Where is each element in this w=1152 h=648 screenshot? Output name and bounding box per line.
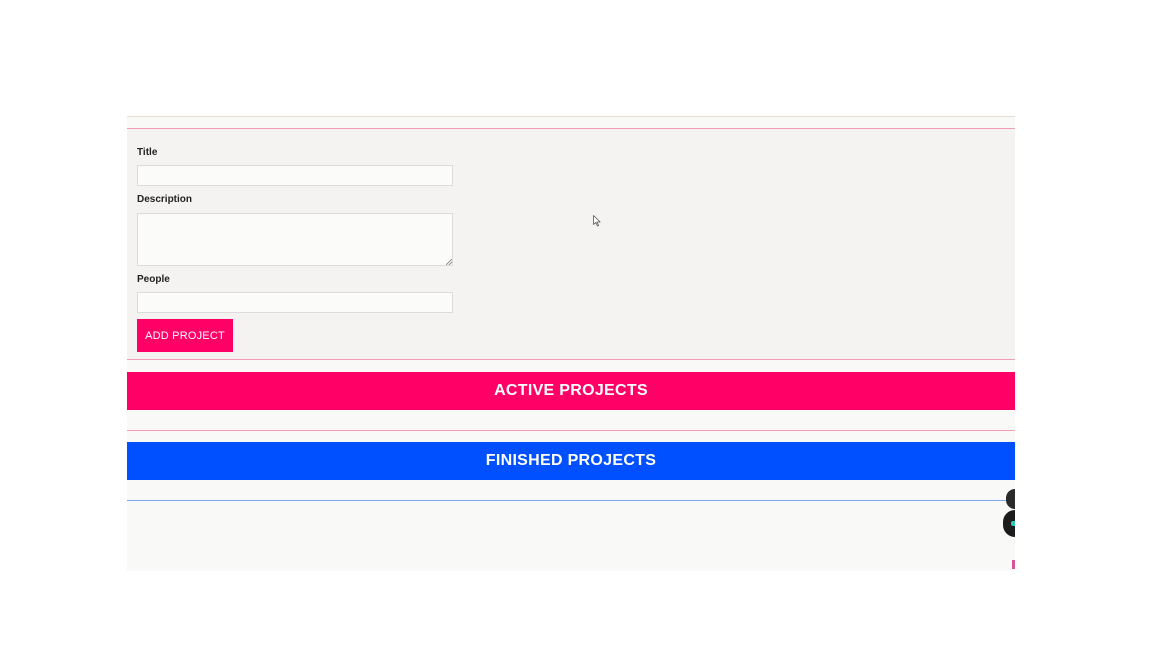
finished-projects-section: FINISHED PROJECTS	[127, 442, 1015, 501]
add-project-button[interactable]: ADD PROJECT	[137, 319, 233, 352]
active-projects-title: ACTIVE PROJECTS	[494, 382, 648, 399]
finished-projects-header: FINISHED PROJECTS	[127, 442, 1015, 480]
active-projects-header: ACTIVE PROJECTS	[127, 372, 1015, 410]
chat-widget-indicator	[1011, 521, 1015, 526]
mouse-pointer-icon	[593, 215, 601, 227]
active-projects-section: ACTIVE PROJECTS	[127, 372, 1015, 431]
title-input[interactable]	[137, 165, 453, 186]
description-field-wrapper	[137, 213, 453, 266]
description-textarea[interactable]	[137, 213, 453, 266]
title-label: Title	[137, 147, 158, 158]
people-input[interactable]	[137, 292, 453, 313]
top-divider	[127, 116, 1015, 117]
description-label: Description	[137, 194, 193, 205]
resize-handle-icon[interactable]	[446, 259, 452, 265]
edge-marker	[1012, 560, 1015, 569]
finished-projects-title: FINISHED PROJECTS	[485, 452, 657, 469]
app-container: Title Description People ADD PROJECT ACT…	[127, 116, 1015, 571]
project-input-form: Title Description People ADD PROJECT	[127, 128, 1015, 360]
floating-action-icon[interactable]	[1006, 489, 1015, 509]
page: Title Description People ADD PROJECT ACT…	[0, 0, 1152, 648]
people-label: People	[137, 274, 170, 285]
